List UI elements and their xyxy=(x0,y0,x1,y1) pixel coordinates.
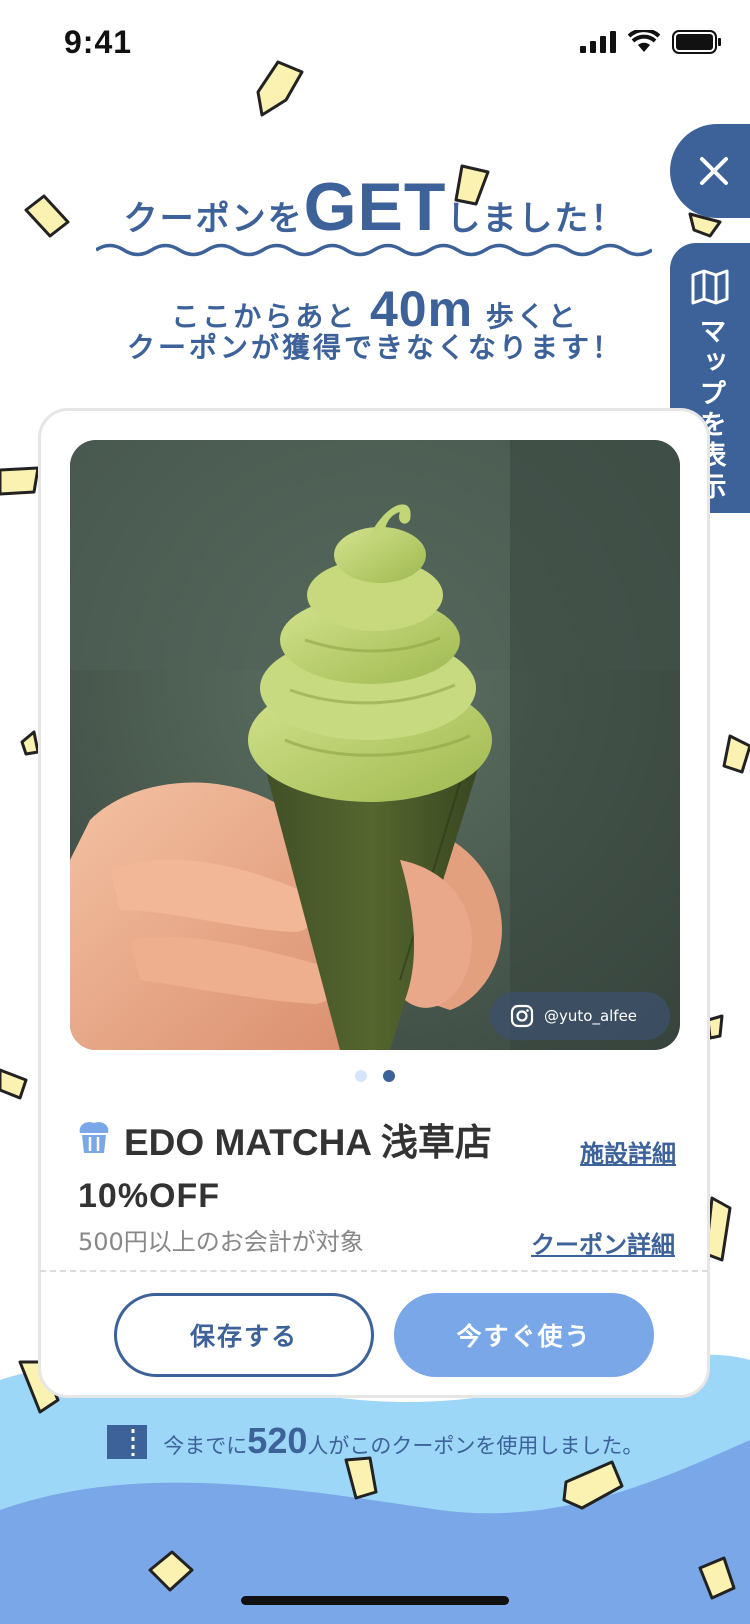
signal-icon xyxy=(580,31,616,53)
matcha-ice-cream-image xyxy=(70,440,680,1050)
headline-suffix: しました！ xyxy=(446,199,627,239)
coupon-condition: 500円以上のお会計が対象 xyxy=(78,1228,364,1256)
headline-emphasis: GET xyxy=(303,169,447,245)
headline-prefix: クーポンを xyxy=(123,199,304,239)
soft-serve-category-icon xyxy=(79,1122,109,1153)
usage-count-message: 今までに520人がこのクーポンを使用しました。 xyxy=(0,1420,750,1462)
photo-credit-handle: @yuto_alfee xyxy=(544,1007,638,1025)
use-now-button[interactable]: 今すぐ使う xyxy=(394,1293,654,1377)
distance-warning-line2: クーポンが獲得できなくなります！ xyxy=(126,331,623,364)
shop-name: EDO MATCHA 浅草店 xyxy=(124,1122,492,1163)
status-time: 9:41 xyxy=(64,24,133,60)
home-indicator xyxy=(241,1596,509,1605)
save-button[interactable]: 保存する xyxy=(114,1293,374,1377)
wifi-icon xyxy=(628,30,660,52)
photo-credit[interactable]: @yuto_alfee xyxy=(490,992,670,1040)
discount-label: 10%OFF xyxy=(78,1177,221,1215)
status-icons xyxy=(580,30,722,54)
usage-after: 人がこのクーポンを使用しました。 xyxy=(307,1434,644,1458)
coupon-details-link[interactable]: クーポン詳細 xyxy=(531,1225,675,1260)
carousel-dot-1[interactable] xyxy=(355,1070,367,1082)
usage-count: 520 xyxy=(247,1420,308,1461)
facility-details-link[interactable]: 施設詳細 xyxy=(580,1134,676,1169)
page-title: クーポンをGETしました！ xyxy=(0,168,750,246)
carousel-dot-2[interactable] xyxy=(383,1070,395,1082)
card-divider xyxy=(40,1270,708,1272)
ticket-icon xyxy=(106,1425,147,1459)
coupon-photo[interactable] xyxy=(70,440,680,1050)
usage-before: 今までに xyxy=(163,1434,248,1458)
headline-wave-underline xyxy=(96,243,652,257)
battery-icon xyxy=(672,30,721,54)
instagram-icon xyxy=(510,1004,534,1028)
